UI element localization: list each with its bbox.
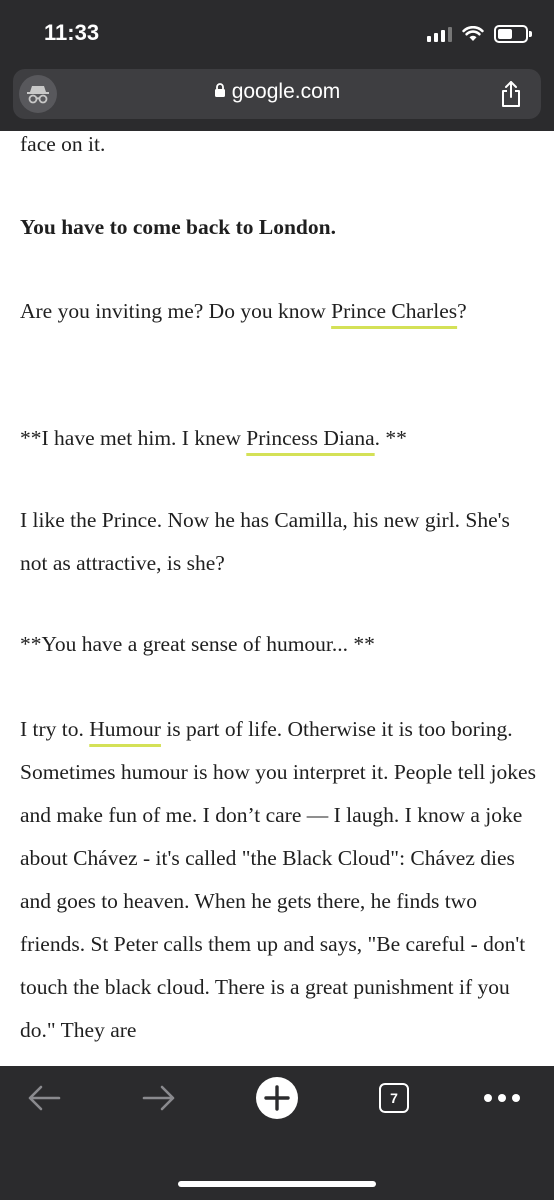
forward-button[interactable] xyxy=(137,1066,181,1130)
status-time: 11:33 xyxy=(44,20,100,45)
more-menu-button[interactable] xyxy=(478,1066,526,1130)
paragraph: I like the Prince. Now he has Camilla, h… xyxy=(20,508,510,575)
paragraph-bold: You have to come back to London. xyxy=(20,215,336,239)
paragraph-text: Are you inviting me? Do you know xyxy=(20,299,332,323)
paragraph: face on it. xyxy=(20,132,106,156)
cellular-signal-icon xyxy=(427,26,452,42)
tab-count-badge: 7 xyxy=(379,1083,409,1113)
home-indicator[interactable] xyxy=(178,1181,376,1187)
url-display[interactable]: google.com xyxy=(13,80,541,104)
paragraph-text: I try to. xyxy=(20,717,90,741)
forward-arrow-icon xyxy=(142,1085,175,1111)
status-icons xyxy=(427,22,532,46)
back-arrow-icon xyxy=(28,1085,61,1111)
battery-icon xyxy=(494,25,532,43)
share-icon[interactable] xyxy=(499,80,523,108)
article-content: face on it. You have to come back to Lon… xyxy=(0,131,554,1066)
paragraph: Are you inviting me? Do you know Prince … xyxy=(20,290,480,333)
url-text: google.com xyxy=(231,80,341,103)
paragraph-text: . ** xyxy=(374,426,407,450)
bottom-toolbar: 7 xyxy=(0,1066,554,1200)
lock-icon xyxy=(214,83,225,97)
paragraph-text: ? xyxy=(457,299,467,323)
paragraph: **You have a great sense of humour... ** xyxy=(20,632,375,656)
link-princess-diana[interactable]: Princess Diana xyxy=(246,426,374,450)
address-bar[interactable]: google.com xyxy=(13,69,541,119)
back-button[interactable] xyxy=(22,1066,66,1130)
status-bar: 11:33 xyxy=(0,0,554,66)
wifi-icon xyxy=(462,26,484,41)
paragraph-text: is part of life. Otherwise it is too bor… xyxy=(20,717,536,1042)
tab-count: 7 xyxy=(390,1090,398,1106)
plus-icon xyxy=(256,1077,298,1119)
paragraph-text: **I have met him. I knew xyxy=(20,426,247,450)
paragraph: **I have met him. I knew Princess Diana.… xyxy=(20,417,540,460)
link-prince-charles[interactable]: Prince Charles xyxy=(331,299,457,323)
link-humour[interactable]: Humour xyxy=(89,717,161,741)
new-tab-button[interactable] xyxy=(252,1066,302,1130)
paragraph: I try to. Humour is part of life. Otherw… xyxy=(20,708,538,1052)
more-dots-icon xyxy=(484,1094,520,1102)
tab-switcher-button[interactable]: 7 xyxy=(374,1066,414,1130)
browser-chrome: 11:33 google.com xyxy=(0,0,554,131)
